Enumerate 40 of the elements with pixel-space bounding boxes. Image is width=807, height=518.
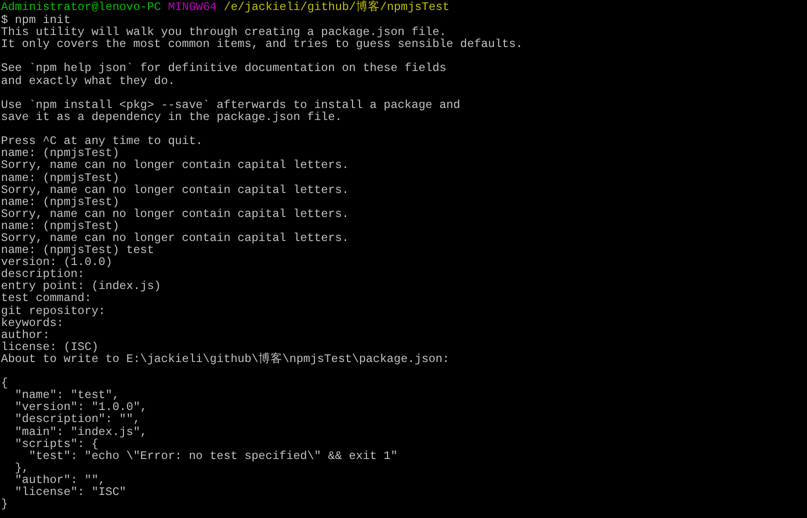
output-line: Sorry, name can no longer contain capital letters. — [1, 208, 349, 221]
output-line: } — [1, 498, 8, 512]
output-line: "description": "", — [14, 413, 140, 426]
prompt-text: /e/jackieli/github/博客/npmjsTest — [224, 1, 450, 15]
output-line: }, — [14, 462, 29, 475]
prompt-text: MINGW64 — [168, 1, 217, 15]
output-line: save it as a dependency in the package.json file. — [1, 110, 342, 124]
output-line: Sorry, name can no longer contain capital letters. — [1, 159, 349, 172]
output-line: entry point: (index.js) — [1, 280, 162, 294]
output-line: name: (npmjsTest) — [1, 196, 120, 209]
output-line: author: — [1, 328, 50, 342]
output-line: Sorry, name can no longer contain capital letters. — [1, 184, 349, 197]
prompt-text: Administrator@lenovo-PC — [1, 1, 162, 14]
output-line: "version": "1.0.0", — [14, 401, 148, 414]
output-line: About to write to E:\jackieli\github\博客\npmjsTest\package.json: — [1, 352, 450, 366]
output-line: version: (1.0.0) — [1, 256, 112, 270]
output-line: description: — [1, 268, 84, 282]
output-line: name: (npmjsTest) — [1, 147, 120, 160]
output-line: "scripts": { — [14, 438, 98, 451]
output-line: and exactly what they do. — [1, 74, 175, 88]
output-line: Sorry, name can no longer contain capital letters. — [1, 232, 349, 245]
command-line: $ npm init — [1, 14, 71, 27]
output-line: See `npm help json` for definitive documentation on these fields — [1, 62, 446, 76]
output-line: "main": "index.js", — [14, 426, 148, 439]
output-line: name: (npmjsTest) test — [1, 244, 154, 258]
output-line: This utility will walk you through creating a package.json file. — [1, 26, 446, 40]
output-line: test command: — [1, 292, 92, 306]
output-line: { — [1, 377, 8, 390]
output-line: "license": "ISC" — [14, 486, 126, 500]
output-line: keywords: — [1, 316, 64, 330]
output-line: git repository: — [1, 304, 106, 318]
output-line: name: (npmjsTest) — [1, 220, 120, 233]
output-line: "author": "", — [14, 474, 106, 487]
output-line: "test": "echo \"Error: no test specified\" && exit 1" — [28, 450, 398, 463]
output-line: Use `npm install <pkg> --save` afterwards to install a package and — [1, 98, 460, 112]
output-line: "name": "test", — [14, 389, 120, 402]
output-line: Press ^C at any time to quit. — [1, 135, 203, 148]
output-line: It only covers the most common items, and tries to guess sensible defaults. — [1, 38, 523, 52]
output-line: name: (npmjsTest) — [1, 172, 120, 184]
output-line: license: (ISC) — [1, 340, 98, 354]
